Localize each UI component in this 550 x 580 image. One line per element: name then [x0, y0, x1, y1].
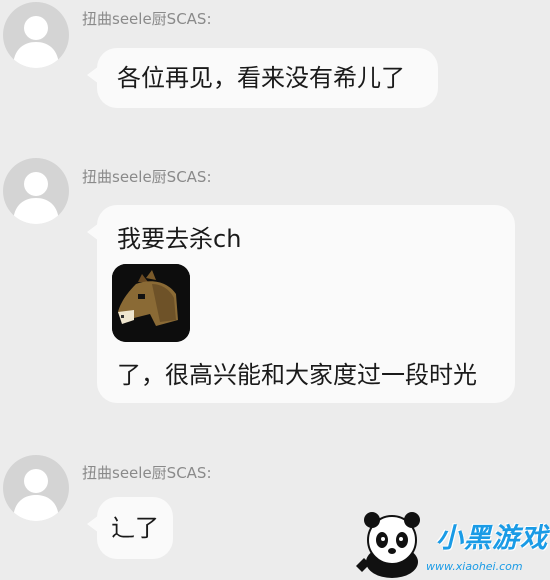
sender-name: 扭曲seele厨SCAS:: [82, 464, 212, 482]
message-text: 了，很高兴能和大家度过一段时光: [117, 361, 477, 389]
chat-log: 扭曲seele厨SCAS: 各位再见，看来没有希儿了 扭曲seele厨SCAS:…: [0, 0, 550, 580]
message-text: 各位再见，看来没有希儿了: [117, 64, 405, 92]
message-text: 我要去杀ch: [117, 225, 242, 253]
watermark-brand: 小黑游戏: [436, 523, 548, 554]
sender-name: 扭曲seele厨SCAS:: [82, 10, 212, 28]
message-bubble: 辶了: [87, 497, 173, 559]
default-avatar-icon: [13, 469, 59, 521]
user-avatar[interactable]: [3, 2, 69, 68]
message-bubble: 各位再见，看来没有希儿了: [87, 48, 438, 108]
brown-horse-sticker[interactable]: [112, 264, 190, 342]
default-avatar-icon: [13, 172, 59, 224]
sender-name: 扭曲seele厨SCAS:: [82, 168, 212, 186]
panda-mascot-icon: [356, 512, 420, 578]
user-avatar[interactable]: [3, 455, 69, 521]
site-watermark: 小黑游戏 www.xiaohei.com: [352, 506, 550, 580]
message-bubble: 我要去杀ch 了，很高兴能和大家度过一段时光: [87, 205, 515, 403]
default-avatar-icon: [13, 16, 59, 68]
horse-icon: [112, 264, 190, 342]
watermark-url: www.xiaohei.com: [426, 560, 523, 573]
message-text: 辶了: [111, 514, 159, 542]
user-avatar[interactable]: [3, 158, 69, 224]
